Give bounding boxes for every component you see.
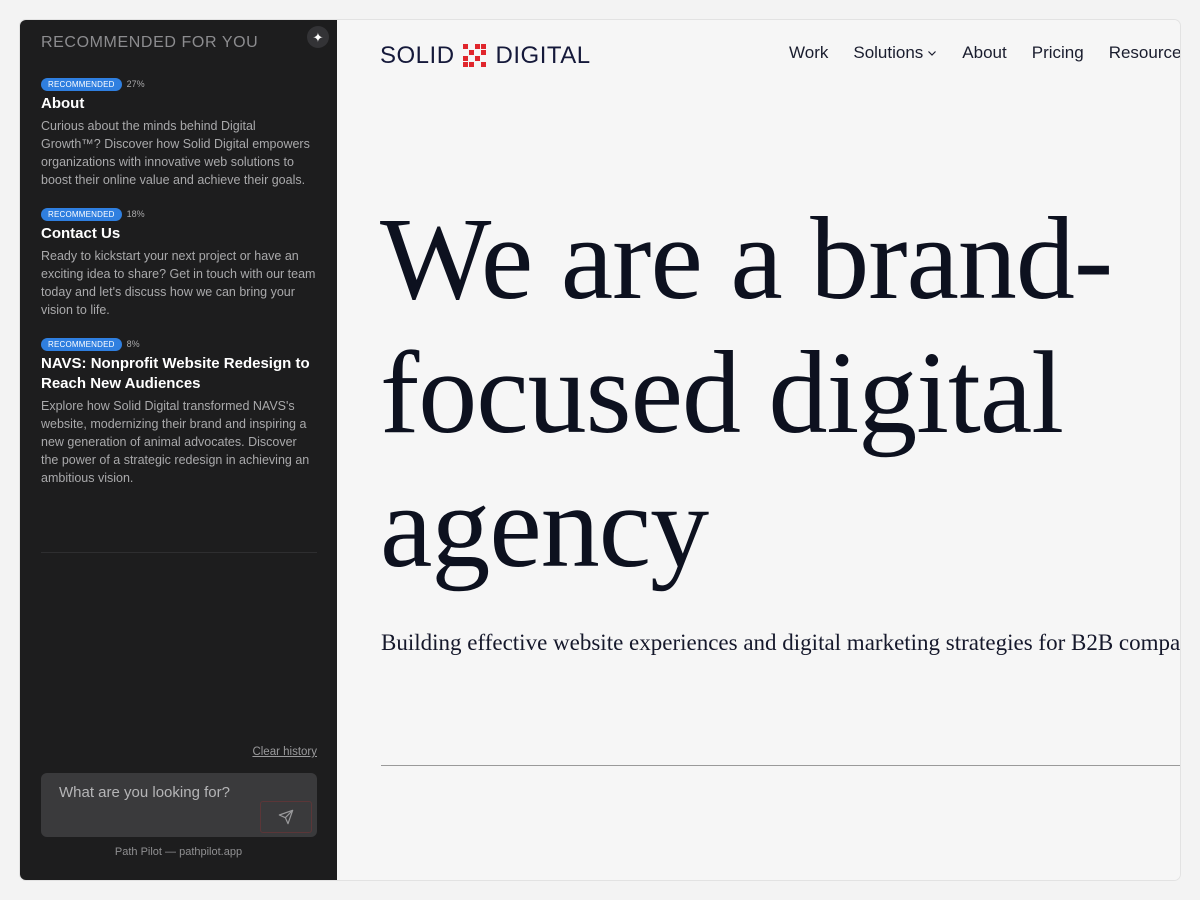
hero-line: We are a brand- — [380, 193, 1113, 324]
recommendation-description: Curious about the minds behind Digital G… — [41, 119, 310, 187]
sparkle-icon[interactable]: ✦ — [307, 26, 329, 48]
clear-history-link[interactable]: Clear history — [252, 746, 317, 758]
hero-heading: We are a brand- focused digital agency — [380, 192, 1180, 594]
hero-line: focused digital — [380, 327, 1064, 458]
logo-mark-icon — [462, 43, 488, 69]
section-divider — [381, 765, 1180, 766]
search-box — [41, 773, 317, 837]
recommendation-title[interactable]: Contact Us — [41, 224, 317, 244]
recommended-badge: RECOMMENDED — [41, 207, 122, 221]
send-button[interactable] — [260, 801, 312, 833]
recommendation-item-navs[interactable]: RECOMMENDED 8% NAVS: Nonprofit Website R… — [41, 337, 317, 487]
logo-text-right: DIGITAL — [495, 42, 591, 69]
hero-line: agency — [380, 461, 709, 592]
recommendation-description: Explore how Solid Digital transformed NA… — [41, 399, 310, 485]
nav-item-about[interactable]: About — [962, 43, 1006, 63]
recommendation-title[interactable]: About — [41, 94, 317, 114]
recommendation-meta: RECOMMENDED 18% — [41, 207, 317, 221]
nav-item-resources[interactable]: Resources — [1109, 43, 1180, 63]
chevron-down-icon — [928, 51, 937, 56]
search-input[interactable] — [57, 783, 251, 802]
website-main: SOLID DIGITAL Work Solutions About Prici… — [337, 20, 1180, 880]
logo-text-left: SOLID — [380, 42, 455, 69]
nav-item-solutions[interactable]: Solutions — [853, 43, 937, 63]
sidebar-divider — [41, 552, 317, 553]
recommendation-item-contact[interactable]: RECOMMENDED 18% Contact Us Ready to kick… — [41, 207, 317, 319]
main-nav: Work Solutions About Pricing Resources — [789, 43, 1180, 63]
match-percent: 27% — [126, 79, 145, 89]
site-logo[interactable]: SOLID DIGITAL — [380, 42, 591, 70]
recommended-badge: RECOMMENDED — [41, 77, 122, 91]
send-icon — [278, 809, 294, 825]
hero-subtitle: Building effective website experiences a… — [381, 630, 1180, 655]
recommendation-list: RECOMMENDED 27% About Curious about the … — [41, 77, 317, 505]
recommendation-title[interactable]: NAVS: Nonprofit Website Redesign to Reac… — [41, 354, 317, 394]
nav-item-pricing[interactable]: Pricing — [1032, 43, 1084, 63]
recommended-badge: RECOMMENDED — [41, 337, 122, 351]
sidebar-header: RECOMMENDED FOR YOU — [41, 34, 259, 51]
recommendation-meta: RECOMMENDED 27% — [41, 77, 317, 91]
recommendation-item-about[interactable]: RECOMMENDED 27% About Curious about the … — [41, 77, 317, 189]
recommendation-description: Ready to kickstart your next project or … — [41, 249, 316, 317]
recommendation-sidebar: RECOMMENDED FOR YOU ✦ RECOMMENDED 27% Ab… — [20, 20, 337, 880]
recommendation-meta: RECOMMENDED 8% — [41, 337, 317, 351]
path-pilot-credit: Path Pilot — pathpilot.app — [114, 846, 243, 858]
nav-item-label: Solutions — [853, 43, 924, 62]
match-percent: 18% — [126, 209, 145, 219]
match-percent: 8% — [126, 339, 140, 349]
browser-frame: RECOMMENDED FOR YOU ✦ RECOMMENDED 27% Ab… — [20, 20, 1180, 880]
nav-item-work[interactable]: Work — [789, 43, 828, 63]
